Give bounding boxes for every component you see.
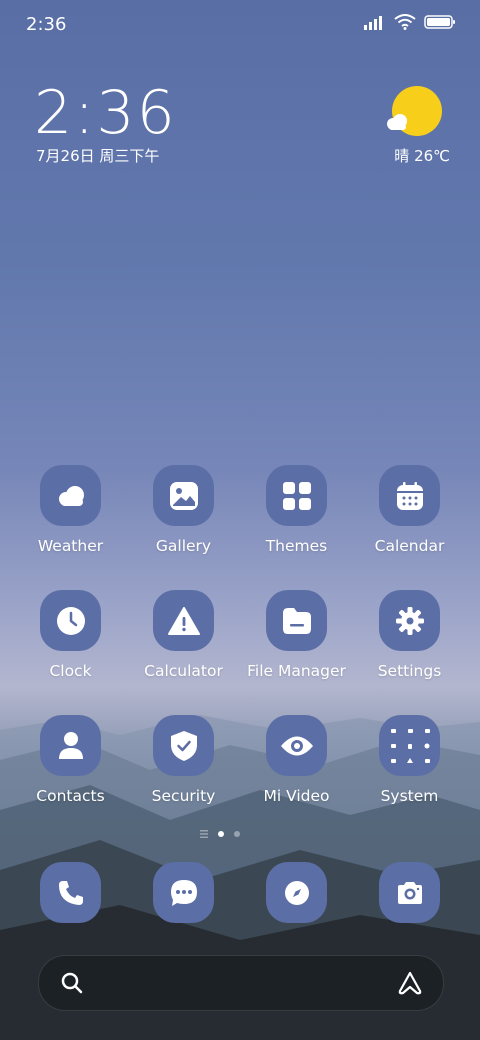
- app-calculator[interactable]: Calculator: [127, 590, 240, 680]
- app-contacts[interactable]: Contacts: [14, 715, 127, 805]
- app-label: Calendar: [374, 537, 445, 555]
- security-icon: [153, 715, 214, 776]
- app-label: Themes: [265, 537, 328, 555]
- calendar-icon: [379, 465, 440, 526]
- status-icons: [364, 14, 456, 30]
- assistant-icon[interactable]: [397, 970, 423, 996]
- app-system-folder[interactable]: System: [353, 715, 466, 805]
- app-calendar[interactable]: Calendar: [353, 465, 466, 555]
- search-bar[interactable]: [38, 955, 444, 1011]
- app-label: Calculator: [144, 662, 223, 680]
- messages-icon: [153, 862, 214, 923]
- app-label: File Manager: [247, 662, 346, 680]
- list-view-icon: [200, 830, 208, 838]
- page-dot-1[interactable]: [218, 831, 224, 837]
- app-themes[interactable]: Themes: [240, 465, 353, 555]
- app-label: Clock: [49, 662, 92, 680]
- page-dot-2[interactable]: [234, 831, 240, 837]
- app-file-manager[interactable]: File Manager: [240, 590, 353, 680]
- weather-icon: [40, 465, 101, 526]
- clock-widget-time[interactable]: 2:36: [34, 78, 177, 148]
- status-bar: 2:36: [0, 0, 480, 50]
- clock-icon: [40, 590, 101, 651]
- app-label: Contacts: [36, 787, 105, 805]
- dock-messages[interactable]: [127, 862, 240, 923]
- mi-video-icon: [266, 715, 327, 776]
- contacts-icon: [40, 715, 101, 776]
- system-folder-icon: [379, 715, 440, 776]
- phone-icon: [40, 862, 101, 923]
- themes-icon: [266, 465, 327, 526]
- cloud-icon: [387, 114, 407, 130]
- app-label: Gallery: [155, 537, 212, 555]
- app-label: Weather: [37, 537, 104, 555]
- app-gallery[interactable]: Gallery: [127, 465, 240, 555]
- settings-icon: [379, 590, 440, 651]
- app-label: System: [380, 787, 439, 805]
- app-mi-video[interactable]: Mi Video: [240, 715, 353, 805]
- gallery-icon: [153, 465, 214, 526]
- app-clock[interactable]: Clock: [14, 590, 127, 680]
- calculator-icon: [153, 590, 214, 651]
- search-icon[interactable]: [61, 972, 83, 994]
- camera-icon: [379, 862, 440, 923]
- app-label: Settings: [377, 662, 442, 680]
- file-manager-icon: [266, 590, 327, 651]
- app-security[interactable]: Security: [127, 715, 240, 805]
- dock-camera[interactable]: [353, 862, 466, 923]
- weather-widget[interactable]: 晴 26℃: [350, 80, 450, 180]
- weather-text: 晴 26℃: [350, 145, 450, 166]
- app-settings[interactable]: Settings: [353, 590, 466, 680]
- app-weather[interactable]: Weather: [14, 465, 127, 555]
- status-time: 2:36: [26, 14, 67, 35]
- app-label: Mi Video: [263, 787, 330, 805]
- weather-condition: 晴: [394, 147, 410, 165]
- dock-phone[interactable]: [14, 862, 127, 923]
- app-label: Security: [151, 787, 216, 805]
- clock-widget-date: 7月26日 周三下午: [36, 147, 160, 165]
- signal-icon: [364, 16, 382, 30]
- dock-browser[interactable]: [240, 862, 353, 923]
- weather-temperature: 26℃: [414, 147, 450, 165]
- wifi-icon: [394, 14, 416, 30]
- page-indicator[interactable]: [200, 830, 240, 838]
- battery-icon: [424, 15, 455, 29]
- browser-icon: [266, 862, 327, 923]
